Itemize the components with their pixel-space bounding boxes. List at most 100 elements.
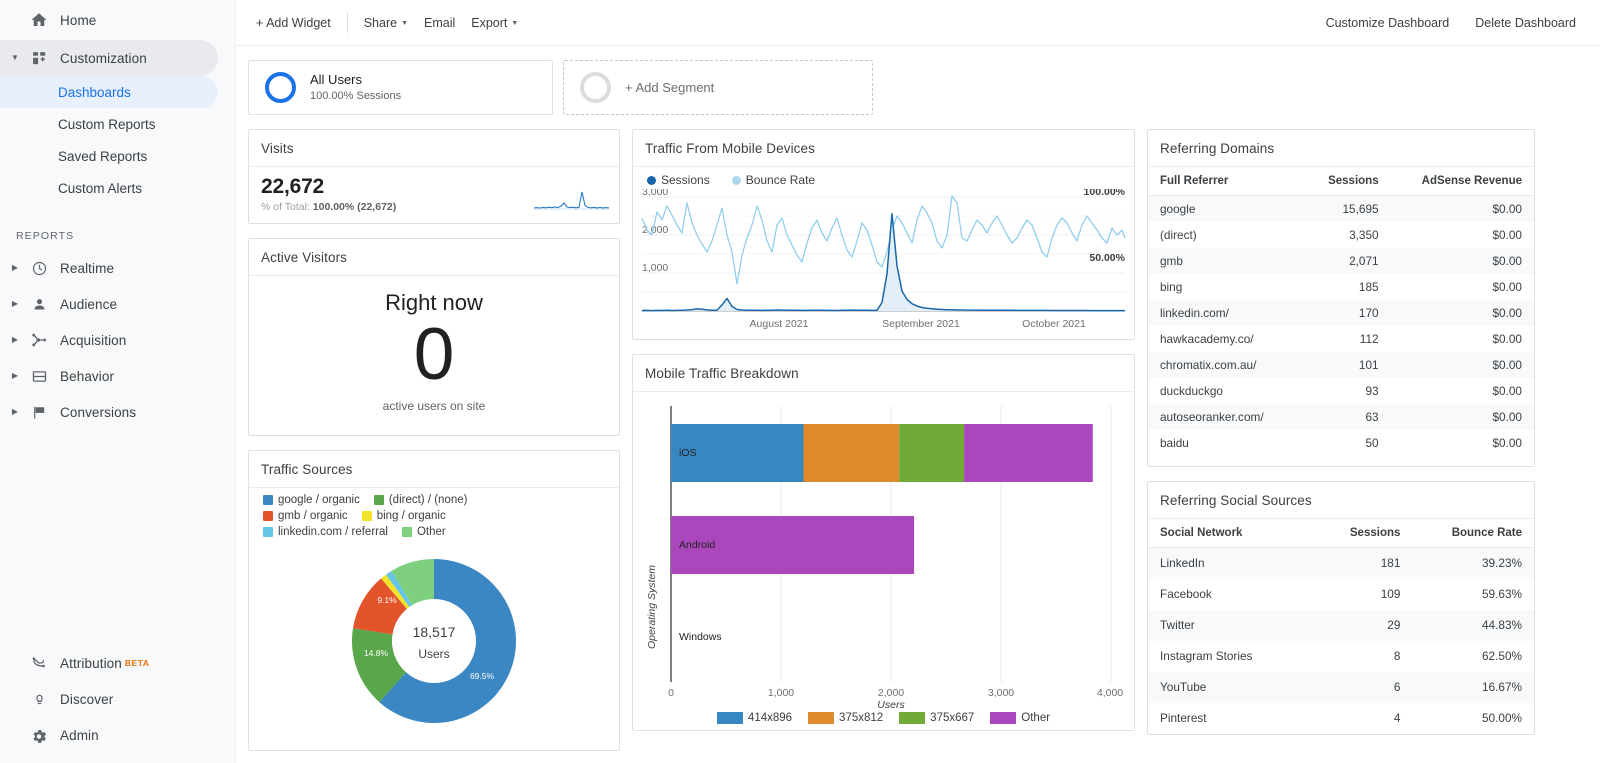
table-row[interactable]: google 15,695 $0.00: [1148, 196, 1534, 223]
add-widget-label: + Add Widget: [256, 16, 331, 30]
col-sessions[interactable]: Sessions: [1311, 167, 1391, 196]
legend-label: 414x896: [748, 712, 792, 724]
segment-bar: All Users 100.00% Sessions + Add Segment: [236, 46, 1600, 123]
email-button[interactable]: Email: [416, 12, 463, 34]
referring-domains-tbody: google 15,695 $0.00 (direct) 3,350 $0.00…: [1148, 196, 1534, 457]
table-row[interactable]: YouTube 6 16.67%: [1148, 672, 1534, 703]
mobile-devices-line-chart[interactable]: 3,000 2,000 1,000 100.00% 50.00% August …: [633, 189, 1134, 339]
chevron-down-icon[interactable]: ▼: [6, 54, 24, 62]
legend-item-375x667[interactable]: 375x667: [899, 712, 974, 724]
visits-subtitle-bold: 100.00% (22,672): [313, 201, 396, 213]
legend-item-other[interactable]: Other: [990, 712, 1050, 724]
legend-item-direct-none[interactable]: (direct) / (none): [374, 494, 468, 506]
legend-item-bounce-rate[interactable]: Bounce Rate: [732, 173, 815, 187]
donut-label-google: 69.5%: [470, 671, 495, 681]
table-row[interactable]: bing 185 $0.00: [1148, 274, 1534, 300]
col-full-referrer[interactable]: Full Referrer: [1148, 167, 1311, 196]
bar-ios-other[interactable]: [964, 424, 1093, 482]
bar-ios-375x667[interactable]: [899, 424, 964, 482]
referring-social-tbody: LinkedIn 181 39.23% Facebook 109 59.63% …: [1148, 548, 1534, 734]
cell-referrer: duckduckgo: [1148, 378, 1311, 404]
referring-social-widget: Referring Social Sources Social Network …: [1147, 481, 1535, 735]
active-visitors-caption: active users on site: [249, 399, 619, 413]
table-row[interactable]: gmb 2,071 $0.00: [1148, 248, 1534, 274]
sidebar-section-reports: REPORTS: [0, 230, 235, 242]
legend-item-414x896[interactable]: 414x896: [717, 712, 792, 724]
legend-item-linkedin-referral[interactable]: linkedin.com / referral: [263, 526, 388, 538]
traffic-sources-donut[interactable]: 69.5% 14.8% 9.1% 18,517 Users: [339, 546, 529, 736]
sidebar-item-realtime[interactable]: ▶ Realtime: [0, 250, 235, 286]
sidebar-item-dashboards[interactable]: Dashboards: [0, 76, 218, 108]
cell-referrer: chromatix.com.au/: [1148, 352, 1311, 378]
widget-column-left: Visits 22,672 % of Total: 100.00% (22,67…: [248, 129, 620, 763]
chevron-right-icon[interactable]: ▶: [6, 264, 24, 272]
legend-item-bing-organic[interactable]: bing / organic: [362, 510, 446, 522]
table-row[interactable]: hawkacademy.co/ 112 $0.00: [1148, 326, 1534, 352]
chevron-right-icon[interactable]: ▶: [6, 300, 24, 308]
donut-center-label: Users: [418, 647, 449, 661]
bar-ios-375x812[interactable]: [804, 424, 900, 482]
mobile-devices-legend: Sessions Bounce Rate: [633, 167, 1134, 189]
chevron-right-icon[interactable]: ▶: [6, 408, 24, 416]
col-bounce-rate[interactable]: Bounce Rate: [1412, 519, 1534, 548]
sidebar-item-custom-alerts[interactable]: Custom Alerts: [0, 172, 218, 204]
gear-icon: [24, 726, 54, 744]
table-row[interactable]: chromatix.com.au/ 101 $0.00: [1148, 352, 1534, 378]
cell-network: Instagram Stories: [1148, 641, 1320, 672]
toolbar-divider: [347, 13, 348, 33]
legend-item-google-organic[interactable]: google / organic: [263, 494, 360, 506]
sidebar-item-saved-reports[interactable]: Saved Reports: [0, 140, 218, 172]
sidebar-item-home[interactable]: Home: [0, 0, 235, 40]
widget-grid: Visits 22,672 % of Total: 100.00% (22,67…: [236, 123, 1600, 763]
sidebar-item-discover[interactable]: Discover: [0, 681, 236, 717]
traffic-sources-legend: google / organic (direct) / (none) gmb /…: [249, 488, 579, 544]
cell-bounce: 62.50%: [1412, 641, 1534, 672]
referring-domains-table: Full Referrer Sessions AdSense Revenue g…: [1148, 167, 1534, 456]
add-widget-button[interactable]: + Add Widget: [248, 12, 339, 34]
cell-bounce: 59.63%: [1412, 579, 1534, 610]
segment-all-users[interactable]: All Users 100.00% Sessions: [248, 60, 553, 115]
sidebar-item-attribution[interactable]: Attribution BETA: [0, 645, 236, 681]
table-row[interactable]: Facebook 109 59.63%: [1148, 579, 1534, 610]
table-row[interactable]: (direct) 3,350 $0.00: [1148, 222, 1534, 248]
table-row[interactable]: baidu 50 $0.00: [1148, 430, 1534, 456]
col-adsense-revenue[interactable]: AdSense Revenue: [1391, 167, 1534, 196]
toolbar-right-actions: Customize Dashboard Delete Dashboard: [1318, 12, 1584, 34]
table-row[interactable]: duckduckgo 93 $0.00: [1148, 378, 1534, 404]
table-row[interactable]: autoseoranker.com/ 63 $0.00: [1148, 404, 1534, 430]
person-icon: [24, 296, 54, 313]
sidebar-item-audience[interactable]: ▶ Audience: [0, 286, 235, 322]
sidebar-item-customization-label: Customization: [54, 51, 147, 66]
cell-network: Facebook: [1148, 579, 1320, 610]
mobile-breakdown-bar-chart[interactable]: iOS Android Windows Operating System 0 1…: [633, 392, 1134, 710]
table-row[interactable]: Pinterest 4 50.00%: [1148, 703, 1534, 734]
chevron-right-icon[interactable]: ▶: [6, 336, 24, 344]
sidebar-item-customization[interactable]: ▼ Customization: [0, 40, 218, 76]
table-row[interactable]: linkedin.com/ 170 $0.00: [1148, 300, 1534, 326]
reports-nav-list: ▶ Realtime ▶ Audience ▶: [0, 250, 235, 430]
sidebar-item-behavior[interactable]: ▶ Behavior: [0, 358, 235, 394]
sidebar-item-custom-reports[interactable]: Custom Reports: [0, 108, 218, 140]
table-row[interactable]: Instagram Stories 8 62.50%: [1148, 641, 1534, 672]
chevron-right-icon[interactable]: ▶: [6, 372, 24, 380]
cell-sessions: 170: [1311, 300, 1391, 326]
legend-item-other[interactable]: Other: [402, 526, 446, 538]
legend-item-gmb-organic[interactable]: gmb / organic: [263, 510, 348, 522]
add-segment-button[interactable]: + Add Segment: [563, 60, 873, 115]
col-social-network[interactable]: Social Network: [1148, 519, 1320, 548]
sidebar-item-admin[interactable]: Admin: [0, 717, 236, 753]
cell-sessions: 93: [1311, 378, 1391, 404]
cell-bounce: 50.00%: [1412, 703, 1534, 734]
delete-dashboard-button[interactable]: Delete Dashboard: [1467, 12, 1584, 34]
legend-item-sessions[interactable]: Sessions: [647, 173, 710, 187]
sidebar-item-conversions[interactable]: ▶ Conversions: [0, 394, 235, 430]
col-sessions[interactable]: Sessions: [1320, 519, 1412, 548]
cell-referrer: linkedin.com/: [1148, 300, 1311, 326]
share-button[interactable]: Share ▼: [356, 12, 416, 34]
legend-item-375x812[interactable]: 375x812: [808, 712, 883, 724]
table-row[interactable]: Twitter 29 44.83%: [1148, 610, 1534, 641]
table-row[interactable]: LinkedIn 181 39.23%: [1148, 548, 1534, 579]
customize-dashboard-button[interactable]: Customize Dashboard: [1318, 12, 1458, 34]
sidebar-item-acquisition[interactable]: ▶ Acquisition: [0, 322, 235, 358]
export-button[interactable]: Export ▼: [463, 12, 526, 34]
